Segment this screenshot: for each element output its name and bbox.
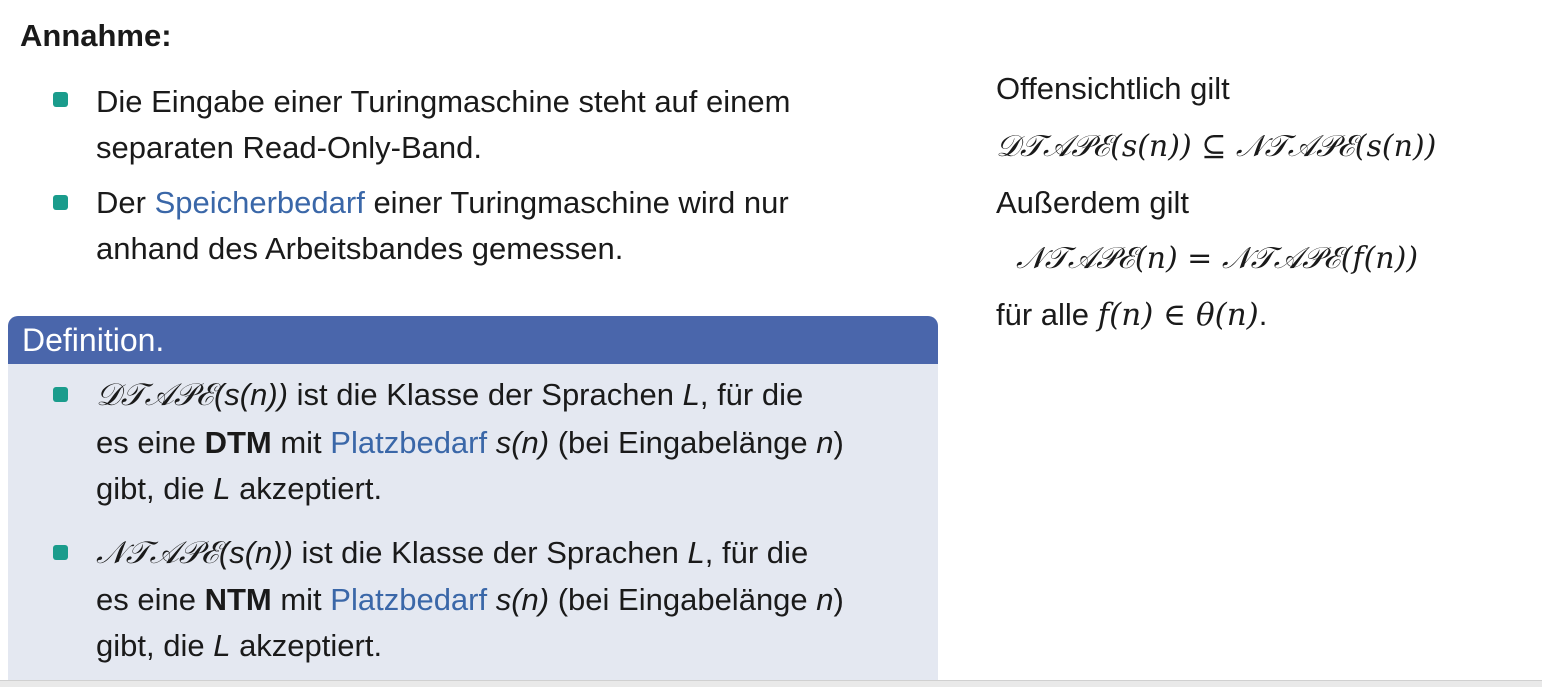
machine-ntm: NTM: [204, 582, 272, 617]
definition-item-1-text-end: , für die: [699, 377, 804, 412]
assumption-heading: Annahme:: [20, 18, 172, 53]
assumption-item-2-prefix: Der: [96, 185, 155, 220]
right-text-3-suffix: .: [1258, 297, 1268, 332]
space-function: s(n): [487, 425, 550, 460]
right-text-3: für alle f(n) ∈ θ(n).: [996, 292, 1267, 338]
definition-item-1-tail: (bei Eingabelänge: [549, 425, 817, 460]
definition-header: Definition.: [8, 316, 938, 364]
assumption-item-2-line-1: Der Speicherbedarf einer Turingmaschine …: [96, 180, 789, 226]
assumption-item-2-suffix: einer Turingmaschine wird nur: [364, 185, 789, 220]
definition-item-1-line-3-suffix: akzeptiert.: [230, 471, 383, 506]
var-n: n: [816, 425, 834, 460]
definition-item-1-line-2: es eine DTM mit Platzbedarf s(n) (bei Ei…: [96, 420, 844, 466]
formula-theta: f(n) ∈ θ(n): [1097, 297, 1259, 333]
definition-item-1-mid: mit: [271, 425, 331, 460]
definition-item-2-text-end: , für die: [704, 535, 809, 570]
machine-dtm: DTM: [204, 425, 272, 460]
var-n: n: [816, 582, 834, 617]
ntape-argument: (s(n)): [218, 535, 293, 570]
right-text-1: Offensichtlich gilt: [996, 71, 1230, 106]
bullet-icon: [53, 387, 68, 402]
term-platzbedarf[interactable]: Platzbedarf: [330, 425, 487, 460]
dtape-argument: (s(n)): [213, 377, 288, 412]
definition-item-2-text: ist die Klasse der Sprachen: [292, 535, 688, 570]
definition-item-2-mid: mit: [271, 582, 331, 617]
term-speicherbedarf[interactable]: Speicherbedarf: [155, 185, 365, 220]
definition-item-2-line-1: 𝒩𝒯𝒜𝒫ℰ(s(n)) ist die Klasse der Sprachen …: [96, 530, 808, 576]
assumption-item-2-line-2: anhand des Arbeitsbandes gemessen.: [96, 231, 624, 266]
definition-item-2-end: ): [833, 582, 844, 617]
definition-item-1-line-3: gibt, die L akzeptiert.: [96, 466, 382, 512]
right-text-2: Außerdem gilt: [996, 185, 1189, 220]
assumption-item-1-line-2: separaten Read-Only-Band.: [96, 130, 483, 165]
bullet-icon: [53, 195, 68, 210]
right-text-3-prefix: für alle: [996, 297, 1098, 332]
definition-item-2-line-3-suffix: akzeptiert.: [230, 628, 383, 663]
formula-equality: 𝒩𝒯𝒜𝒫ℰ(n) = 𝒩𝒯𝒜𝒫ℰ(f(n)): [1016, 241, 1419, 276]
ntape-symbol: 𝒩𝒯𝒜𝒫ℰ: [96, 535, 219, 571]
definition-item-2-line-2-prefix: es eine: [96, 582, 205, 617]
definition-title: Definition.: [22, 322, 165, 358]
definition-item-1-line-3-prefix: gibt, die: [96, 471, 214, 506]
definition-item-1-line-1: 𝒟𝒯𝒜𝒫ℰ(s(n)) ist die Klasse der Sprachen …: [96, 372, 803, 418]
definition-item-1-line-2-prefix: es eine: [96, 425, 205, 460]
definition-item-2-tail: (bei Eingabelänge: [549, 582, 817, 617]
assumption-item-1-line-1: Die Eingabe einer Turingmaschine steht a…: [96, 84, 791, 119]
dtape-symbol: 𝒟𝒯𝒜𝒫ℰ: [96, 377, 214, 413]
space-function: s(n): [487, 582, 550, 617]
definition-item-1-end: ): [833, 425, 844, 460]
var-L: L: [213, 471, 231, 506]
bullet-icon: [53, 92, 68, 107]
definition-item-2-line-3: gibt, die L akzeptiert.: [96, 623, 382, 669]
bullet-icon: [53, 545, 68, 560]
term-platzbedarf[interactable]: Platzbedarf: [330, 582, 487, 617]
definition-item-2-line-2: es eine NTM mit Platzbedarf s(n) (bei Ei…: [96, 577, 844, 623]
var-L: L: [687, 535, 705, 570]
formula-inclusion: 𝒟𝒯𝒜𝒫ℰ(s(n)) ⊆ 𝒩𝒯𝒜𝒫ℰ(s(n)): [996, 129, 1437, 164]
definition-item-1-text: ist die Klasse der Sprachen: [287, 377, 683, 412]
var-L: L: [213, 628, 231, 663]
definition-item-2-line-3-prefix: gibt, die: [96, 628, 214, 663]
var-L: L: [682, 377, 700, 412]
